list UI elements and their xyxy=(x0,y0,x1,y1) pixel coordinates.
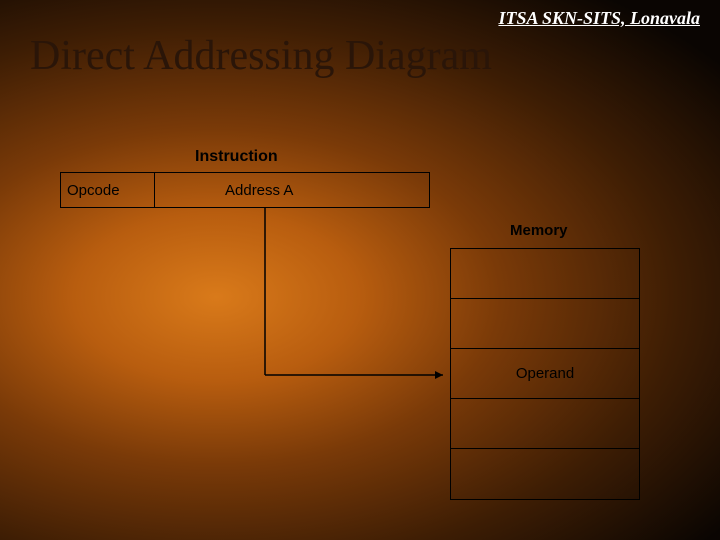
memory-cell-0 xyxy=(451,249,639,299)
memory-cell-operand: Operand xyxy=(451,349,639,399)
memory-cell-1 xyxy=(451,299,639,349)
instruction-label: Instruction xyxy=(195,148,278,166)
header-org: ITSA SKN-SITS, Lonavala xyxy=(498,8,700,29)
instruction-box: Opcode Address A xyxy=(60,172,430,208)
page-title: Direct Addressing Diagram xyxy=(30,32,492,80)
memory-cell-4 xyxy=(451,449,639,499)
memory-label: Memory xyxy=(510,222,568,239)
address-cell: Address A xyxy=(155,172,430,208)
memory-box: Operand xyxy=(450,248,640,500)
memory-cell-3 xyxy=(451,399,639,449)
opcode-cell: Opcode xyxy=(60,172,155,208)
